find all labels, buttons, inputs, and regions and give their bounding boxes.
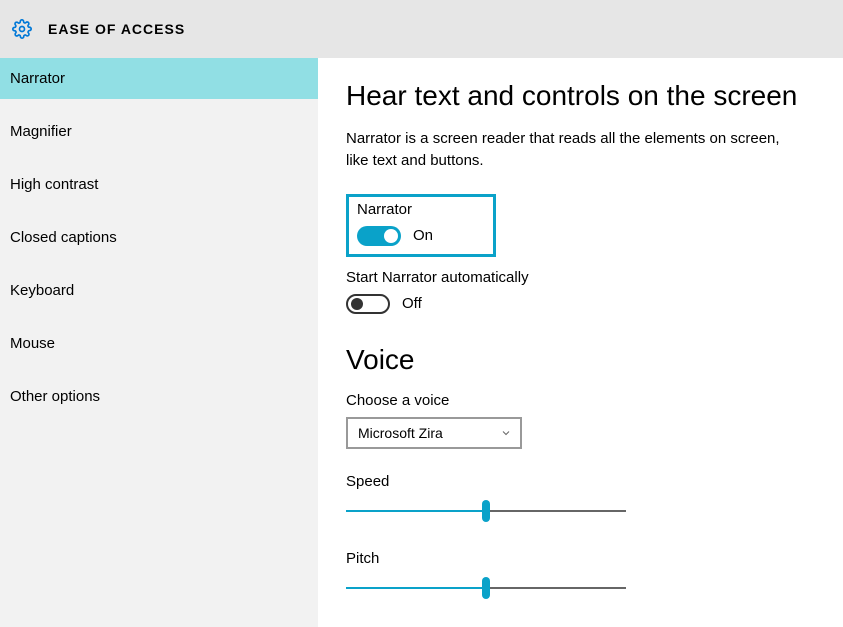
sidebar-item-keyboard[interactable]: Keyboard	[0, 270, 318, 311]
sidebar: Narrator Magnifier High contrast Closed …	[0, 58, 318, 627]
sidebar-item-magnifier[interactable]: Magnifier	[0, 111, 318, 152]
voice-select[interactable]: Microsoft Zira	[346, 417, 522, 449]
narrator-toggle-highlight: Narrator On	[346, 194, 496, 257]
gear-icon	[12, 19, 32, 39]
auto-start-label: Start Narrator automatically	[346, 269, 843, 286]
sidebar-item-other-options[interactable]: Other options	[0, 376, 318, 417]
voice-heading: Voice	[346, 344, 843, 376]
sidebar-item-narrator[interactable]: Narrator	[0, 58, 318, 99]
chevron-down-icon	[500, 427, 512, 439]
narrator-toggle[interactable]	[357, 226, 401, 246]
sidebar-item-closed-captions[interactable]: Closed captions	[0, 217, 318, 258]
section-description: Narrator is a screen reader that reads a…	[346, 128, 786, 172]
header: EASE OF ACCESS	[0, 0, 843, 58]
page-title: EASE OF ACCESS	[48, 21, 185, 37]
auto-start-state: Off	[402, 295, 422, 312]
speed-slider[interactable]	[346, 500, 626, 522]
voice-selected-value: Microsoft Zira	[358, 425, 443, 441]
auto-start-toggle[interactable]	[346, 294, 390, 314]
sidebar-item-mouse[interactable]: Mouse	[0, 323, 318, 364]
narrator-toggle-label: Narrator	[357, 201, 485, 218]
section-title: Hear text and controls on the screen	[346, 80, 843, 112]
sidebar-item-high-contrast[interactable]: High contrast	[0, 164, 318, 205]
choose-voice-label: Choose a voice	[346, 392, 843, 409]
narrator-toggle-state: On	[413, 227, 433, 244]
pitch-slider[interactable]	[346, 577, 626, 599]
pitch-label: Pitch	[346, 550, 843, 567]
content: Hear text and controls on the screen Nar…	[318, 58, 843, 627]
speed-label: Speed	[346, 473, 843, 490]
